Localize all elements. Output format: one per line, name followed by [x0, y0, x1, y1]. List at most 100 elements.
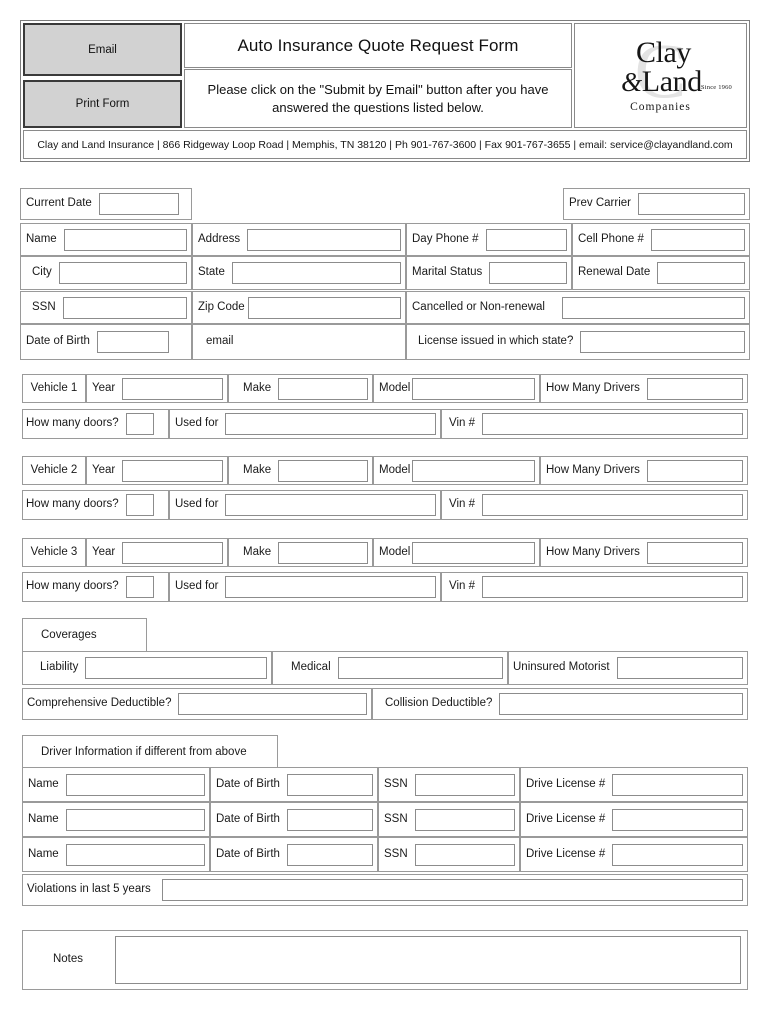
- comprehensive-deductible-input[interactable]: [178, 693, 367, 715]
- collision-deductible-input[interactable]: [499, 693, 743, 715]
- address-label: Address: [198, 232, 241, 245]
- driver-3-name-label: Name: [28, 847, 59, 860]
- ssn-input[interactable]: [62, 296, 187, 319]
- vehicle-3-model-input[interactable]: [412, 541, 535, 564]
- company-address-text: Clay and Land Insurance | 866 Ridgeway L…: [37, 138, 733, 151]
- vehicle-3-title: Vehicle 3: [30, 545, 78, 558]
- vehicle-3-drivers-input[interactable]: [646, 541, 743, 564]
- vehicle-2-year-label: Year: [92, 463, 116, 476]
- print-form-button[interactable]: Print Form: [23, 80, 182, 128]
- vehicle-3-doors-input[interactable]: [125, 576, 154, 598]
- vehicle-1-make-input[interactable]: [278, 377, 368, 400]
- field-name: Name: [20, 223, 192, 256]
- driver-2-name-input[interactable]: [65, 808, 205, 831]
- driver-2-dob-input[interactable]: [286, 808, 373, 831]
- vehicle-1-used-for-input[interactable]: [225, 413, 436, 435]
- vehicle-2-doors-label: How many doors?: [26, 498, 119, 511]
- vehicle-2-used-for-label: Used for: [175, 498, 219, 511]
- driver-1-license-input[interactable]: [612, 773, 743, 796]
- uninsured-motorist-input[interactable]: [616, 657, 743, 679]
- vehicle-1-model-input[interactable]: [412, 377, 535, 400]
- vehicle-3-year-input[interactable]: [122, 541, 223, 564]
- driver-2-license-label: Drive License #: [526, 812, 606, 825]
- vehicle-2-make-input[interactable]: [278, 459, 368, 482]
- field-cancelled-nonrenewal: Cancelled or Non-renewal: [406, 291, 750, 324]
- driver-3-ssn-input[interactable]: [414, 843, 515, 866]
- vehicle-3-year-label: Year: [92, 545, 116, 558]
- driver-1-dob-input[interactable]: [286, 773, 373, 796]
- liability-label: Liability: [40, 661, 79, 674]
- form-instruction-text: Please click on the "Submit by Email" bu…: [207, 81, 549, 115]
- day-phone-input[interactable]: [485, 228, 567, 251]
- vehicle-3-make-input[interactable]: [278, 541, 368, 564]
- vehicle-3-vin-input[interactable]: [482, 576, 743, 598]
- zip-code-input[interactable]: [247, 296, 401, 319]
- driver-1-ssn-input[interactable]: [414, 773, 515, 796]
- renewal-date-input[interactable]: [657, 262, 745, 284]
- vehicle-2-how-many-drivers: How Many Drivers: [540, 456, 748, 485]
- vehicle-1-year-input[interactable]: [122, 377, 223, 400]
- vehicle-2-used-for-input[interactable]: [225, 494, 436, 516]
- company-logo: C Clay &Land Companies Since 1960: [574, 23, 747, 128]
- notes-input[interactable]: [115, 936, 741, 984]
- vehicle-1-drivers-input[interactable]: [646, 377, 743, 400]
- state-input[interactable]: [231, 262, 401, 284]
- email-button[interactable]: Email: [23, 23, 182, 76]
- driver-2-ssn-input[interactable]: [414, 808, 515, 831]
- field-day-phone: Day Phone #: [406, 223, 572, 256]
- city-input[interactable]: [58, 262, 187, 284]
- print-form-button-label: Print Form: [75, 98, 130, 110]
- vehicle-2-doors-input[interactable]: [125, 494, 154, 516]
- vehicle-2-year-input[interactable]: [122, 459, 223, 482]
- field-prev-carrier: Prev Carrier: [563, 188, 750, 220]
- field-ssn: SSN: [20, 291, 192, 324]
- field-license-state: License issued in which state?: [406, 324, 750, 360]
- auto-insurance-quote-form: Email Print Form Auto Insurance Quote Re…: [0, 0, 770, 1024]
- vehicle-1-make: Make: [228, 374, 373, 403]
- medical-input[interactable]: [337, 657, 503, 679]
- license-state-label: License issued in which state?: [418, 335, 574, 348]
- vehicle-3-model-label: Model: [379, 545, 411, 558]
- driver-2-license-input[interactable]: [612, 808, 743, 831]
- license-state-input[interactable]: [580, 331, 745, 353]
- liability-input[interactable]: [85, 657, 267, 679]
- logo-ampersand: &: [621, 67, 642, 98]
- vehicle-3-used-for-input[interactable]: [225, 576, 436, 598]
- vehicle-1-vin-input[interactable]: [482, 413, 743, 435]
- field-zip-code: Zip Code: [192, 291, 406, 324]
- logo-line-clay: Clay: [635, 35, 692, 69]
- driver-1-name: Name: [22, 767, 210, 802]
- prev-carrier-input[interactable]: [637, 193, 745, 215]
- driver-3-ssn-label: SSN: [384, 847, 408, 860]
- renewal-date-label: Renewal Date: [578, 266, 651, 279]
- marital-status-label: Marital Status: [412, 266, 483, 279]
- vehicle-2-drivers-input[interactable]: [646, 459, 743, 482]
- ssn-label: SSN: [32, 300, 56, 313]
- address-input[interactable]: [247, 228, 401, 251]
- vehicle-3-doors-label: How many doors?: [26, 580, 119, 593]
- violations-label: Violations in last 5 years: [27, 883, 151, 896]
- driver-1-dob: Date of Birth: [210, 767, 378, 802]
- uninsured-motorist-label: Uninsured Motorist: [513, 661, 610, 674]
- name-input[interactable]: [63, 228, 187, 251]
- cancelled-nonrenewal-input[interactable]: [561, 296, 745, 319]
- driver-3-dob-input[interactable]: [286, 843, 373, 866]
- driver-1-name-input[interactable]: [65, 773, 205, 796]
- cell-phone-input[interactable]: [650, 228, 745, 251]
- driver-3-dob-label: Date of Birth: [216, 847, 280, 860]
- notes-label: Notes: [52, 953, 84, 966]
- vehicle-1-doors-input[interactable]: [125, 413, 154, 435]
- vehicle-1-model: Model: [373, 374, 540, 403]
- current-date-input[interactable]: [98, 193, 179, 215]
- date-of-birth-input[interactable]: [96, 331, 169, 353]
- marital-status-input[interactable]: [489, 262, 567, 284]
- driver-info-section-tab: Driver Information if different from abo…: [22, 735, 278, 767]
- driver-3-license-input[interactable]: [612, 843, 743, 866]
- vehicle-2-vin-input[interactable]: [482, 494, 743, 516]
- violations-input[interactable]: [161, 879, 743, 901]
- vehicle-2-model-input[interactable]: [412, 459, 535, 482]
- driver-3-name-input[interactable]: [65, 843, 205, 866]
- vehicle-2-title-cell: Vehicle 2: [22, 456, 86, 485]
- vehicle-2-make-label: Make: [243, 463, 272, 476]
- driver-3-license-label: Drive License #: [526, 847, 606, 860]
